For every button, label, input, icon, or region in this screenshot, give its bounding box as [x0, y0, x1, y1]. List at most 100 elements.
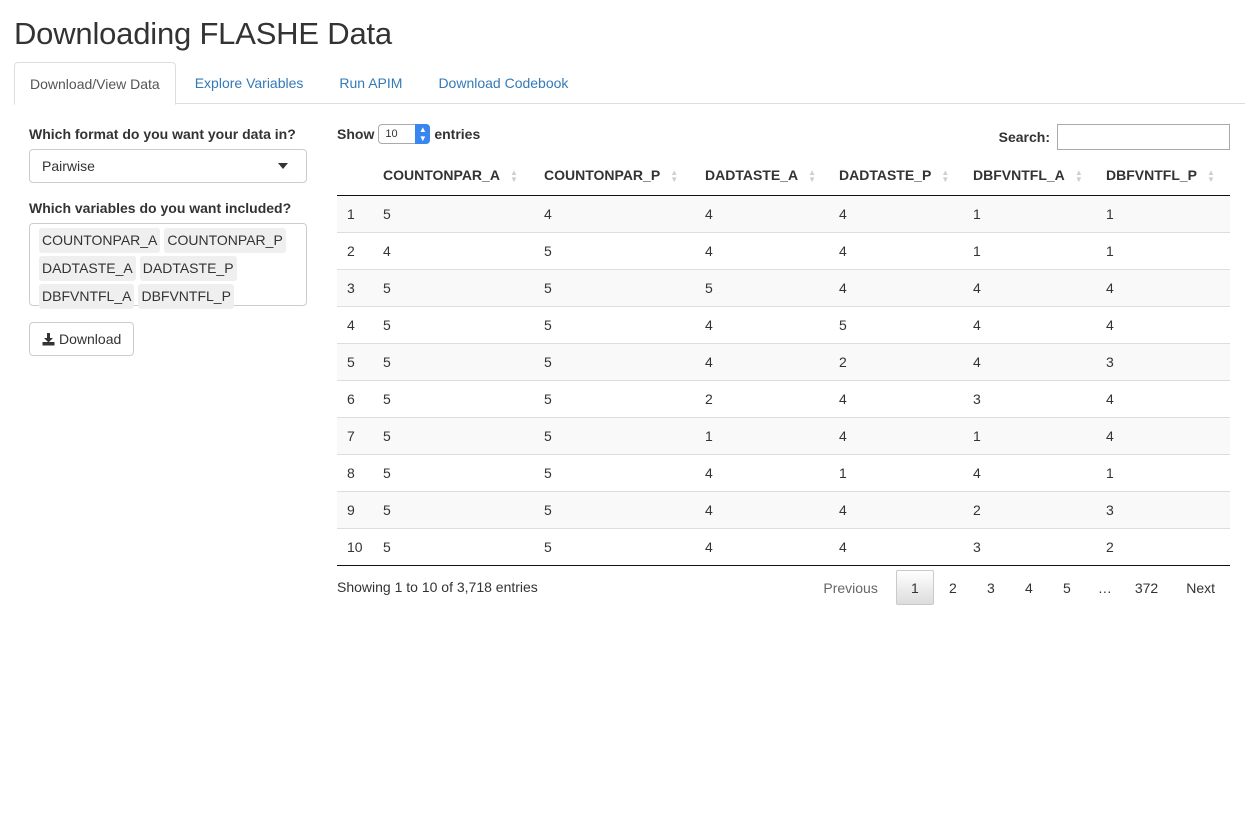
sidebar-panel: Which format do you want your data in? P…	[29, 126, 307, 356]
select-spinner-icon: ▲ ▼	[415, 124, 431, 144]
table-cell: 5	[695, 268, 829, 306]
variable-chip[interactable]: DBFVNTFL_P	[138, 284, 234, 309]
search-input[interactable]	[1057, 124, 1230, 150]
page-button[interactable]: 372	[1124, 570, 1169, 605]
table-cell: 1	[1096, 453, 1230, 491]
page-button[interactable]: 5	[1048, 570, 1086, 605]
table-row[interactable]: 7551414	[337, 416, 1230, 454]
table-row[interactable]: 9554423	[337, 490, 1230, 528]
table-cell: 5	[373, 416, 534, 454]
variable-chip[interactable]: DADTASTE_A	[39, 256, 136, 281]
page: Downloading FLASHE Data Download/View Da…	[0, 0, 1258, 825]
variable-chip[interactable]: COUNTONPAR_P	[164, 228, 286, 253]
table-row[interactable]: 10 5 5 4 4 3 2	[337, 527, 1230, 566]
column-header-index[interactable]	[337, 156, 373, 196]
column-header[interactable]: COUNTONPAR_P ▲ ▼	[534, 156, 695, 196]
row-index-cell: 3	[337, 268, 373, 306]
next-page-button[interactable]: Next	[1169, 570, 1230, 605]
table-cell: 4	[963, 268, 1096, 306]
variable-chip[interactable]: COUNTONPAR_A	[39, 228, 161, 253]
table-row[interactable]: 2454411	[337, 231, 1230, 269]
entries-select-value: 10	[385, 128, 398, 140]
table-cell: 4	[534, 195, 695, 232]
table-cell: 5	[373, 490, 534, 528]
column-header[interactable]: COUNTONPAR_A ▲ ▼	[373, 156, 534, 196]
table-cell: 4	[829, 527, 963, 566]
row-index-cell: 4	[337, 305, 373, 343]
table-cell: 5	[373, 379, 534, 417]
table-cell: 4	[695, 231, 829, 269]
column-header[interactable]: DADTASTE_P ▲ ▼	[829, 156, 963, 196]
variable-chip[interactable]: DBFVNTFL_A	[39, 284, 135, 309]
table-cell: 1	[695, 416, 829, 454]
column-header-label: DBFVNTFL_A	[973, 167, 1065, 184]
column-header-label: COUNTONPAR_P	[544, 167, 661, 184]
table-cell: 5	[534, 268, 695, 306]
table-cell: 4	[1096, 416, 1230, 454]
column-header[interactable]: DBFVNTFL_P ▲ ▼	[1096, 156, 1230, 196]
variables-label: Which variables do you want included?	[29, 200, 292, 216]
download-button-label: Download	[59, 331, 122, 347]
entries-select[interactable]: 10 ▲ ▼	[378, 124, 431, 144]
tab-download-view-data[interactable]: Download/View Data	[14, 62, 176, 105]
pagination: Previous 1 2 3 4 5 … 372 Next	[805, 570, 1230, 605]
table-row[interactable]: 5554243	[337, 342, 1230, 380]
table-cell: 4	[695, 490, 829, 528]
sort-icon: ▲ ▼	[941, 168, 950, 185]
table-cell: 5	[373, 268, 534, 306]
table-cell: 4	[829, 268, 963, 306]
search-control: Search:	[999, 124, 1230, 150]
table-body: 1544411245441135554444554544555424365524…	[337, 195, 1230, 566]
column-header-label: DBFVNTFL_P	[1106, 167, 1197, 184]
entries-length-control: Show 10 ▲ ▼ entries	[337, 124, 480, 144]
table-row[interactable]: 8554141	[337, 453, 1230, 491]
previous-page-button[interactable]: Previous	[805, 570, 895, 605]
table-cell: 5	[534, 231, 695, 269]
sort-icon: ▲ ▼	[670, 168, 679, 185]
table-row[interactable]: 1544411	[337, 195, 1230, 232]
page-button[interactable]: 3	[972, 570, 1010, 605]
table-cell: 4	[373, 231, 534, 269]
row-index-cell: 10	[337, 527, 373, 566]
download-icon	[42, 332, 55, 345]
tab-run-apim[interactable]: Run APIM	[322, 62, 419, 104]
column-header[interactable]: DADTASTE_A ▲ ▼	[695, 156, 829, 196]
column-header[interactable]: DBFVNTFL_A ▲ ▼	[963, 156, 1096, 196]
format-label: Which format do you want your data in?	[29, 126, 296, 142]
format-select[interactable]: Pairwise	[29, 149, 307, 183]
table-cell: 2	[695, 379, 829, 417]
table-cell: 5	[534, 453, 695, 491]
table-cell: 1	[829, 453, 963, 491]
row-index-cell: 8	[337, 453, 373, 491]
table-cell: 1	[1096, 231, 1230, 269]
table-cell: 1	[1096, 195, 1230, 232]
table-cell: 5	[534, 527, 695, 566]
variables-multiselect[interactable]: COUNTONPAR_A COUNTONPAR_P DADTASTE_A DAD…	[29, 223, 307, 309]
table-cell: 4	[695, 305, 829, 343]
tab-download-codebook[interactable]: Download Codebook	[421, 62, 585, 104]
column-header-label: DADTASTE_P	[839, 167, 932, 184]
table-cell: 4	[963, 453, 1096, 491]
table-row[interactable]: 4554544	[337, 305, 1230, 343]
table-row[interactable]: 6552434	[337, 379, 1230, 417]
table-cell: 4	[695, 527, 829, 566]
page-button[interactable]: 1	[895, 570, 934, 605]
download-button[interactable]: Download	[29, 322, 135, 356]
tab-bar: Download/View Data Explore Variables Run…	[14, 62, 1245, 105]
row-index-cell: 5	[337, 342, 373, 380]
table-cell: 5	[373, 342, 534, 380]
table-cell: 4	[829, 195, 963, 232]
page-button[interactable]: 2	[934, 570, 972, 605]
variable-chip[interactable]: DADTASTE_P	[139, 256, 237, 281]
table-cell: 3	[1096, 490, 1230, 528]
tab-explore-variables[interactable]: Explore Variables	[178, 62, 321, 104]
row-index-cell: 7	[337, 416, 373, 454]
table-cell: 4	[829, 231, 963, 269]
table-cell: 1	[963, 416, 1096, 454]
table-cell: 5	[373, 195, 534, 232]
table-row[interactable]: 3555444	[337, 268, 1230, 306]
table-cell: 5	[373, 453, 534, 491]
table-cell: 2	[963, 490, 1096, 528]
page-button[interactable]: 4	[1010, 570, 1048, 605]
table-cell: 4	[695, 342, 829, 380]
